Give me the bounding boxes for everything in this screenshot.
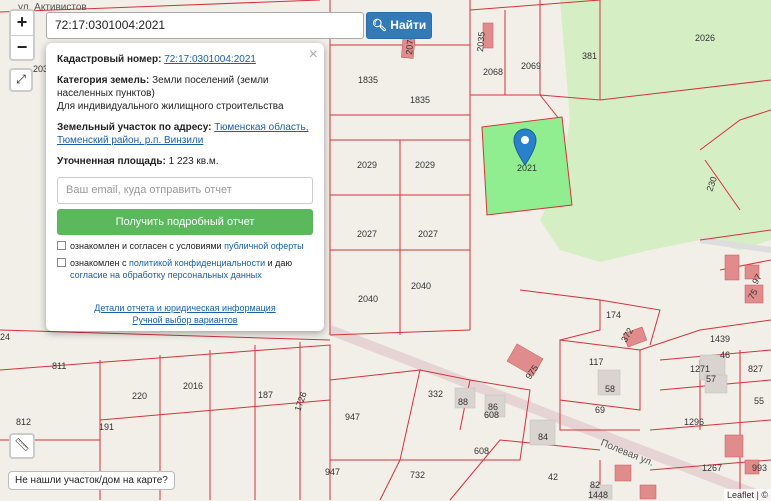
svg-text:332: 332	[428, 389, 443, 399]
privacy-policy-link[interactable]: политикой конфиденциальности	[129, 258, 265, 268]
svg-text:46: 46	[720, 350, 730, 360]
svg-text:2027: 2027	[418, 229, 438, 239]
svg-text:608: 608	[484, 410, 499, 420]
svg-text:1439: 1439	[710, 334, 730, 344]
ruler-icon: 📏︎	[13, 437, 31, 452]
get-report-button[interactable]: Получить подробный отчет	[57, 209, 313, 235]
address-row: Земельный участок по адресу: Тюменская о…	[57, 122, 309, 146]
cadastral-row: Кадастровый номер: 72:17:0301004:2021	[57, 54, 256, 65]
zoom-out-button[interactable]: −	[11, 35, 33, 59]
svg-text:1835: 1835	[410, 95, 430, 105]
offer-checkbox[interactable]	[57, 241, 66, 250]
svg-text:174: 174	[606, 310, 621, 320]
details-link[interactable]: Детали отчета и юридическая информация	[94, 303, 275, 313]
svg-text:220: 220	[132, 391, 147, 401]
svg-text:42: 42	[548, 472, 558, 482]
svg-text:1267: 1267	[702, 463, 722, 473]
svg-text:24: 24	[0, 332, 10, 342]
svg-text:1271: 1271	[690, 364, 710, 374]
svg-text:381: 381	[582, 51, 597, 61]
svg-text:1296: 1296	[684, 417, 704, 427]
not-found-button[interactable]: Не нашли участок/дом на карте?	[8, 471, 175, 490]
svg-text:58: 58	[605, 384, 615, 394]
consent-offer: ознакомлен и согласен с условиями публич…	[57, 240, 313, 252]
svg-text:1835: 1835	[358, 75, 378, 85]
expand-icon: ⤢	[16, 72, 26, 86]
attribution[interactable]: Leaflet | ©	[724, 489, 771, 501]
area-row: Уточненная площадь: 1 223 кв.м.	[57, 156, 219, 167]
email-field[interactable]: Ваш email, куда отправить отчет	[57, 177, 313, 204]
svg-text:993: 993	[752, 463, 767, 473]
svg-text:55: 55	[754, 396, 764, 406]
svg-text:2029: 2029	[357, 160, 377, 170]
svg-text:2026: 2026	[695, 33, 715, 43]
svg-text:812: 812	[16, 417, 31, 427]
svg-text:57: 57	[706, 374, 716, 384]
cadastral-link[interactable]: 72:17:0301004:2021	[164, 54, 256, 65]
green-area	[540, 0, 771, 262]
parcel-info-popup: × Кадастровый номер: 72:17:0301004:2021 …	[46, 43, 324, 331]
svg-text:2029: 2029	[415, 160, 435, 170]
svg-text:82: 82	[590, 480, 600, 490]
svg-text:811: 811	[52, 361, 66, 371]
manual-select-link[interactable]: Ручной выбор вариантов	[132, 315, 237, 325]
svg-text:2069: 2069	[521, 61, 541, 71]
svg-text:2027: 2027	[357, 229, 377, 239]
consent-privacy: ознакомлен с политикой конфиденциальност…	[57, 257, 313, 281]
offer-link[interactable]: публичной оферты	[224, 241, 304, 251]
search-icon: 🔍︎	[371, 18, 387, 32]
zoom-control: + −	[9, 9, 35, 61]
personal-data-link[interactable]: согласие на обработку персональных данны…	[70, 270, 262, 280]
svg-text:608: 608	[474, 446, 489, 456]
svg-text:69: 69	[595, 405, 605, 415]
search-button[interactable]: 🔍︎ Найти	[366, 12, 432, 39]
svg-text:187: 187	[258, 390, 273, 400]
svg-text:2040: 2040	[358, 294, 378, 304]
svg-text:2021: 2021	[517, 163, 537, 173]
svg-text:732: 732	[410, 470, 425, 480]
privacy-checkbox[interactable]	[57, 258, 66, 267]
zoom-in-button[interactable]: +	[11, 11, 33, 35]
svg-text:1448: 1448	[588, 490, 608, 500]
category-row: Категория земель: Земли поселений (земли…	[57, 75, 284, 112]
search-input[interactable]: 72:17:0301004:2021	[46, 12, 364, 39]
close-icon[interactable]: ×	[309, 46, 318, 64]
svg-text:827: 827	[748, 364, 763, 374]
svg-text:191: 191	[99, 422, 114, 432]
fullscreen-button[interactable]: ⤢	[9, 68, 33, 92]
svg-text:947: 947	[325, 467, 340, 477]
svg-text:117: 117	[589, 357, 603, 367]
svg-text:2016: 2016	[183, 381, 203, 391]
measure-button[interactable]: 📏︎	[9, 433, 35, 459]
bottom-links: Детали отчета и юридическая информация Р…	[57, 302, 313, 326]
svg-text:947: 947	[345, 412, 360, 422]
svg-text:2035: 2035	[475, 31, 487, 52]
svg-text:88: 88	[458, 397, 468, 407]
svg-text:84: 84	[538, 432, 548, 442]
svg-text:2068: 2068	[483, 67, 503, 77]
svg-text:2040: 2040	[411, 281, 431, 291]
